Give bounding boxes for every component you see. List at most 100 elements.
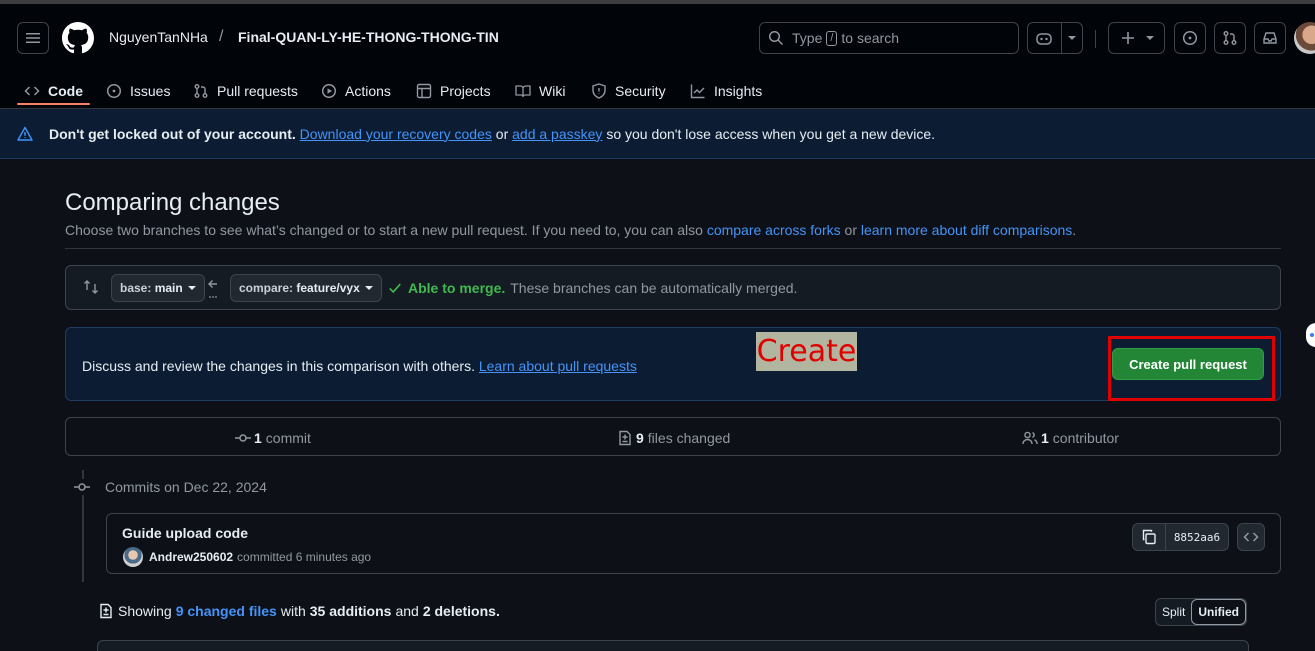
diff-view-toggle: Split Unified (1155, 598, 1248, 626)
banner-tail-text: so you don't lose access when you get a … (606, 125, 936, 142)
page-subtitle: Choose two branches to see what’s change… (65, 222, 1076, 238)
create-pull-request-button[interactable]: Create pull request (1112, 348, 1264, 380)
commits-date-heading: Commits on Dec 22, 2024 (74, 479, 267, 495)
search-icon (768, 30, 784, 46)
showing-text: Showing (118, 603, 172, 619)
copilot-button[interactable] (1027, 22, 1083, 54)
tab-security-label: Security (615, 83, 666, 99)
pull-request-icon (1223, 31, 1237, 45)
author-avatar[interactable] (123, 547, 143, 567)
commit-sha-group: 8852aa6 (1132, 523, 1229, 551)
global-header: NguyenTanNHa / Final-QUAN-LY-HE-THONG-TH… (0, 4, 1315, 109)
commit-icon (235, 434, 251, 442)
commit-title-link[interactable]: Guide upload code (122, 525, 248, 541)
tab-pull-requests[interactable]: Pull requests (193, 70, 298, 112)
chevron-down-icon (1067, 36, 1076, 40)
code-icon (24, 86, 40, 96)
tab-wiki[interactable]: Wiki (515, 70, 565, 112)
play-icon (321, 83, 337, 99)
compare-across-forks-link[interactable]: compare across forks (707, 222, 841, 238)
arrow-left-icon (208, 280, 217, 298)
tab-pull-requests-label: Pull requests (217, 83, 298, 99)
learn-pull-requests-link[interactable]: Learn about pull requests (479, 358, 637, 374)
tab-code[interactable]: Code (24, 70, 83, 112)
repo-nav: Code Issues Pull requests Actions Projec… (0, 70, 1315, 112)
chevron-down-icon (364, 286, 373, 290)
with-text: with (280, 603, 306, 619)
commits-stat[interactable]: 1 commit (235, 430, 311, 446)
breadcrumb-separator: / (219, 28, 224, 45)
changed-files-link[interactable]: 9 changed files (176, 603, 277, 619)
chevron-down-icon (187, 286, 196, 290)
subtitle-period: . (1072, 222, 1077, 238)
tab-insights[interactable]: Insights (690, 70, 762, 112)
floating-edge-button[interactable] (1306, 323, 1315, 347)
branch-selector-box: base: main compare: feature/vyx Able to … (65, 265, 1281, 310)
pull-request-icon (194, 84, 208, 98)
unified-view-button[interactable]: Unified (1191, 599, 1247, 625)
tab-actions[interactable]: Actions (321, 70, 391, 112)
copy-icon (1142, 529, 1156, 545)
github-logo-icon[interactable] (62, 22, 94, 54)
compare-branch-select[interactable]: compare: feature/vyx (230, 274, 382, 302)
header-divider (1095, 30, 1096, 48)
add-passkey-link[interactable]: add a passkey (512, 126, 602, 142)
page-title: Comparing changes (65, 189, 280, 216)
contributors-stat[interactable]: 1 contributor (1022, 430, 1119, 446)
learn-diff-comparisons-link[interactable]: learn more about diff comparisons (861, 222, 1072, 238)
shield-icon (592, 83, 606, 99)
merge-ok-text: Able to merge. (408, 280, 506, 296)
graph-icon (690, 84, 705, 99)
tab-actions-label: Actions (345, 83, 391, 99)
tab-projects-label: Projects (440, 83, 491, 99)
security-banner: Don't get locked out of your account. Do… (0, 109, 1315, 159)
create-new-button[interactable] (1108, 22, 1165, 54)
compare-arrows-icon (84, 280, 98, 294)
deletions-text: 2 deletions. (422, 603, 500, 619)
split-view-button[interactable]: Split (1156, 599, 1191, 625)
commit-icon (74, 479, 90, 495)
tab-wiki-label: Wiki (539, 83, 566, 99)
discuss-text-row: Discuss and review the changes in this c… (82, 358, 637, 374)
annotation-create-label: Create (756, 332, 857, 371)
chevron-down-icon (1145, 36, 1154, 40)
download-recovery-codes-link[interactable]: Download your recovery codes (300, 126, 492, 142)
compare-label: compare: (239, 281, 294, 295)
additions-text: 35 additions (309, 603, 392, 619)
discuss-text: Discuss and review the changes in this c… (82, 358, 475, 374)
menu-button[interactable] (17, 22, 49, 54)
subtitle-text: Choose two branches to see what’s change… (65, 222, 703, 238)
search-shortcut-key: / (826, 30, 838, 46)
tab-issues[interactable]: Issues (106, 70, 170, 112)
your-pull-requests-button[interactable] (1214, 22, 1246, 54)
commit-author-link[interactable]: Andrew250602 (149, 550, 233, 564)
divider (65, 248, 1281, 249)
files-count: 9 (636, 430, 644, 446)
inbox-icon (1263, 32, 1277, 44)
tab-code-label: Code (48, 83, 83, 99)
commits-count: 1 (254, 430, 262, 446)
base-branch-value: main (154, 281, 183, 295)
commit-sha-link[interactable]: 8852aa6 (1166, 523, 1229, 551)
user-avatar[interactable] (1294, 22, 1315, 54)
browse-repo-button[interactable] (1237, 523, 1265, 551)
contributors-count: 1 (1041, 430, 1049, 446)
search-input[interactable]: Type / to search (759, 22, 1019, 54)
contributors-label: contributor (1052, 430, 1119, 446)
repo-name-link[interactable]: Final-QUAN-LY-HE-THONG-THONG-TIN (238, 29, 499, 45)
hamburger-icon (26, 33, 40, 43)
tab-projects[interactable]: Projects (416, 70, 491, 112)
commits-date-text: Commits on Dec 22, 2024 (105, 479, 267, 495)
repo-owner-link[interactable]: NguyenTanNHa (109, 29, 208, 45)
copy-sha-button[interactable] (1132, 523, 1166, 551)
base-branch-select[interactable]: base: main (111, 274, 205, 302)
search-placeholder-prefix: Type (792, 30, 823, 46)
issue-icon (1182, 30, 1198, 46)
files-changed-stat[interactable]: 9 files changed (617, 430, 730, 446)
tab-security[interactable]: Security (591, 70, 666, 112)
commit-time-text: committed 6 minutes ago (237, 550, 372, 564)
files-label: files changed (647, 430, 731, 446)
inbox-button[interactable] (1254, 22, 1286, 54)
people-icon (1022, 431, 1038, 445)
your-issues-button[interactable] (1174, 22, 1206, 54)
